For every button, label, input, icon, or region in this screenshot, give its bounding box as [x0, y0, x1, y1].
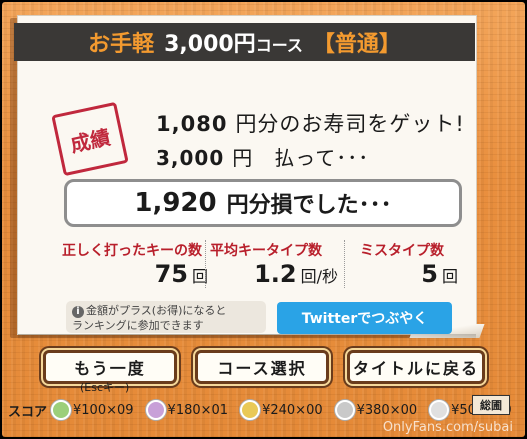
sushi-value: 1,080: [156, 112, 228, 136]
paid-line: 3,000 円 払って･･･: [156, 142, 369, 171]
course-select-button[interactable]: コース選択: [195, 350, 329, 384]
info-icon: i: [72, 306, 84, 318]
back-to-title-button[interactable]: タイトルに戻る: [347, 350, 485, 384]
avg-keytype-label: 平均キータイプ数: [210, 243, 322, 259]
esc-hint: (Escキー): [80, 381, 130, 394]
score-bar: スコア ¥100×09¥180×01¥240×00¥380×00¥500×00: [8, 398, 524, 422]
info-text: 金額がプラス(お得)になると ランキングに参加できます: [72, 304, 227, 332]
hanko-stamp: 総圃: [472, 395, 510, 415]
course-title-bar: お手軽 3,000円コース 【普通】: [14, 23, 475, 61]
diff-value: 1,920: [134, 188, 217, 218]
stat-divider: [344, 240, 345, 288]
mistype-value: 5回: [421, 260, 458, 288]
watermark: OnlyFans.com/subai: [382, 420, 513, 435]
plate-price: ¥240: [262, 402, 296, 418]
plate-count: ×00: [389, 402, 418, 418]
loss-result-box: 1,920 円分損でした･･･: [64, 179, 462, 227]
ranking-info: i 金額がプラス(お得)になると ランキングに参加できます: [66, 301, 266, 333]
plate-price: ¥380: [356, 402, 390, 418]
plate-icon: [145, 400, 166, 420]
correct-keys-label: 正しく打ったキーの数: [62, 243, 202, 259]
score-plate: ¥380 ×00: [334, 400, 418, 420]
score-plate: ¥100 ×09: [51, 400, 134, 420]
paid-text: 円 払って･･･: [232, 146, 370, 170]
title-prefix: お手軽: [88, 32, 155, 57]
title-level: 【普通】: [312, 32, 401, 57]
sushi-text: 円分のお寿司をゲット!: [235, 112, 465, 136]
plate-price: ¥100: [73, 402, 107, 418]
twitter-share-button[interactable]: Twitterでつぶやく: [277, 302, 452, 334]
score-plate: ¥240 ×00: [240, 400, 323, 420]
title-course: コース: [255, 36, 303, 55]
diff-text: 円分損でした･･･: [226, 193, 392, 218]
plate-icon: [334, 400, 355, 420]
avg-keytype-value: 1.2 回/秒: [254, 260, 338, 288]
paid-value: 3,000: [156, 146, 225, 170]
score-label: スコア: [8, 404, 48, 420]
plate-count: ×01: [200, 402, 229, 418]
score-plate: ¥180 ×01: [145, 400, 229, 420]
plate-icon: [51, 400, 72, 420]
sushi-earned-line: 1,080 円分のお寿司をゲット!: [156, 108, 465, 138]
mistype-label: ミスタイプ数: [360, 243, 444, 259]
stat-divider: [205, 240, 206, 288]
plate-icon: [240, 400, 261, 420]
plate-price: ¥180: [167, 402, 201, 418]
plate-count: ×09: [106, 402, 134, 418]
correct-keys-value: 75 回: [154, 260, 208, 288]
title-price: 3,000円: [164, 32, 256, 57]
plate-icon: [429, 400, 450, 420]
plate-count: ×00: [295, 402, 323, 418]
